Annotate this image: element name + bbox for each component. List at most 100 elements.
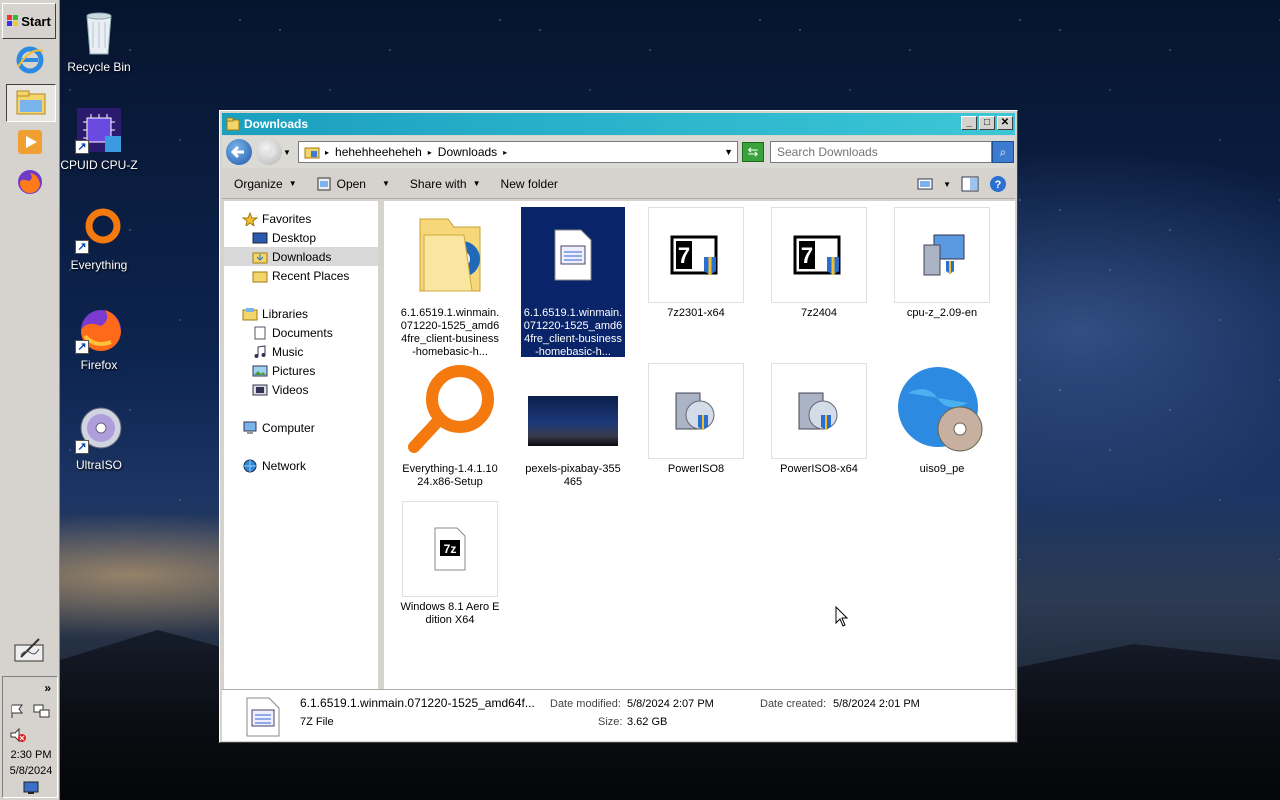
media-player-icon[interactable] [12,126,48,158]
forward-button[interactable] [256,139,282,165]
installer-icon [648,363,744,459]
nav-music[interactable]: Music [224,342,378,361]
maximize-button[interactable]: □ [979,116,995,130]
open-label: Open [336,176,366,191]
file-item-selected[interactable]: 6.1.6519.1.winmain.071220-1525_amd64fre_… [521,207,625,358]
file-item[interactable]: 7z Windows 8.1 Aero Edition X64 [398,501,502,627]
breadcrumb-segment[interactable]: Downloads [438,145,497,159]
file-name: 7z2404 [800,307,838,319]
firefox-quicklaunch-icon[interactable] [12,166,48,198]
refresh-button[interactable]: ⇆ [742,142,764,162]
nav-pictures[interactable]: Pictures [224,361,378,380]
nav-downloads[interactable]: Downloads [224,247,378,266]
recent-pages-chevron-icon[interactable]: ▼ [283,148,291,157]
nav-documents[interactable]: Documents [224,323,378,342]
internet-explorer-icon[interactable] [12,44,48,76]
nav-network[interactable]: Network [224,456,378,475]
minimize-button[interactable]: _ [961,116,977,130]
show-desktop-icon[interactable] [12,634,48,666]
archive-file-icon [244,696,282,741]
file-list: 6.1.6519.1.winmain.071220-1525_amd64fre_… [384,201,1015,689]
nav-recent-places[interactable]: Recent Places [224,266,378,285]
ultraiso-icon: ↗ [75,406,123,454]
file-name: Everything-1.4.1.1024.x86-Setup [402,463,498,488]
explorer-taskbar-button[interactable] [6,84,56,122]
share-with-button[interactable]: Share with ▼ [410,177,481,191]
file-name: 7z2301-x64 [667,307,725,319]
nav-libraries[interactable]: Libraries [224,304,378,323]
nav-videos[interactable]: Videos [224,380,378,399]
shortcut-arrow-icon: ↗ [75,440,89,454]
close-button[interactable]: ✕ [997,116,1013,130]
everything-icon: ↗ [75,206,123,254]
installer-icon [894,207,990,303]
back-arrow-icon [230,145,244,159]
desktop-icon-everything[interactable]: ↗ Everything [60,206,138,272]
address-field[interactable]: ▸ hehehheeheheh ▸ Downloads ▸ ▼ [298,141,738,163]
recycle-bin-icon [75,8,123,56]
chevron-down-icon: ▼ [472,179,481,188]
help-icon[interactable]: ? [989,175,1007,193]
file-name: pexels-pixabay-355465 [525,463,621,488]
title-bar[interactable]: Downloads _ □ ✕ [222,113,1015,135]
nav-label: Documents [272,325,333,340]
7zip-icon: 7 [648,207,744,303]
open-button[interactable]: Open ▼ [317,177,390,191]
view-options-icon[interactable] [917,177,933,191]
nav-favorites[interactable]: Favorites [224,209,378,228]
search-icon[interactable]: ⌕ [992,141,1014,163]
file-item[interactable]: 7 7z2404 [767,207,871,320]
file-item[interactable]: 6.1.6519.1.winmain.071220-1525_amd64fre_… [398,207,502,359]
clock-time[interactable]: 2:30 PM [3,749,59,761]
search-input[interactable] [770,141,992,163]
folder-icon [402,207,498,303]
file-item[interactable]: PowerISO8 [644,363,748,476]
image-thumbnail-icon [525,363,621,459]
address-dropdown-icon[interactable]: ▼ [724,147,733,157]
nav-label: Music [272,344,304,359]
file-item[interactable]: pexels-pixabay-355465 [521,363,625,489]
desktop-icon-firefox[interactable]: ↗ Firefox [60,306,138,372]
start-button[interactable]: Start [2,3,56,39]
details-created-label: Date created: [760,698,827,710]
preview-pane-icon[interactable] [961,176,979,192]
desktop-icon-cpuz[interactable]: ↗ CPUID CPU-Z [60,106,138,172]
volume-muted-icon[interactable] [9,727,27,746]
breadcrumb-segment[interactable]: hehehheeheheh [335,145,422,159]
breadcrumb-separator-icon[interactable]: ▸ [503,148,507,157]
nav-label: Favorites [262,211,312,226]
folder-icon [226,117,240,131]
nav-desktop[interactable]: Desktop [224,228,378,247]
7zip-icon: 7 [771,207,867,303]
breadcrumb-separator-icon[interactable]: ▸ [325,148,329,157]
desktop-icon-ultraiso[interactable]: ↗ UltraISO [60,406,138,472]
new-folder-button[interactable]: New folder [501,177,558,191]
file-name: PowerISO8-x64 [780,463,858,475]
details-modified-value: 5/8/2024 2:07 PM [627,698,714,710]
view-dropdown-icon[interactable]: ▼ [943,180,951,189]
file-item[interactable]: uiso9_pe [890,363,994,476]
firefox-icon: ↗ [75,306,123,354]
desktop-icon-label: Recycle Bin [67,60,131,74]
action-center-flag-icon[interactable] [9,703,25,722]
file-item[interactable]: PowerISO8-x64 [767,363,871,476]
details-size-value: 3.62 GB [627,716,668,728]
archive-file-icon [525,207,621,303]
nav-computer[interactable]: Computer [224,418,378,437]
breadcrumb-separator-icon[interactable]: ▸ [428,148,432,157]
file-item[interactable]: Everything-1.4.1.1024.x86-Setup [398,363,502,489]
recent-places-icon [252,269,268,283]
star-icon [241,211,259,227]
taskbar: Start » 2:30 PM 5/8/2024 [0,0,60,800]
desktop-preview-icon[interactable] [23,781,39,798]
clock-date[interactable]: 5/8/2024 [3,765,59,777]
network-tray-icon[interactable] [33,703,51,722]
desktop-icon-recycle-bin[interactable]: Recycle Bin [60,8,138,74]
address-bar-row: ▼ ▸ hehehheeheheh ▸ Downloads ▸ ▼ ⇆ ⌕ [222,136,1015,168]
file-item[interactable]: cpu-z_2.09-en [890,207,994,320]
tray-expand-button[interactable]: » [44,681,51,695]
file-item[interactable]: 7 7z2301-x64 [644,207,748,320]
back-button[interactable] [226,139,252,165]
desktop-icon-label: UltraISO [75,458,122,472]
organize-button[interactable]: Organize ▼ [234,177,297,191]
